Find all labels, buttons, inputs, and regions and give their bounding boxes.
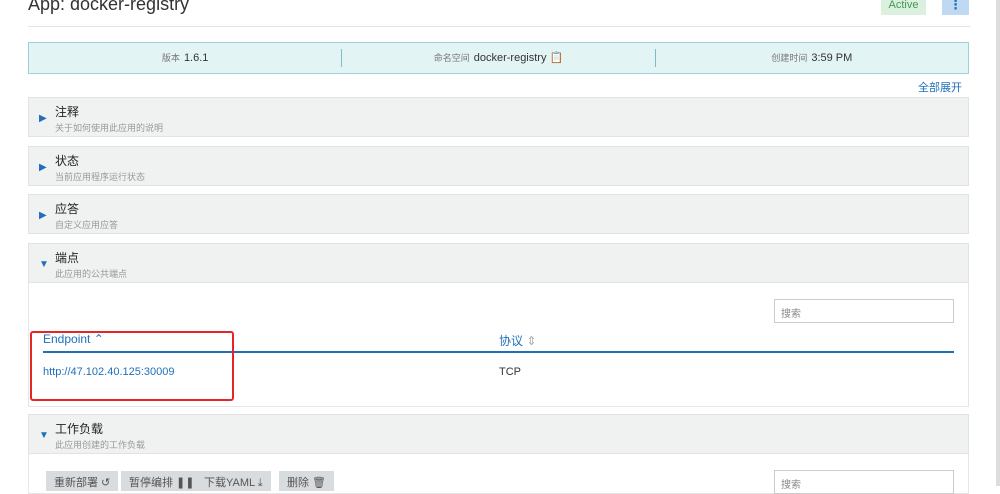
section-answers[interactable]: ▶ 应答自定义应用应答 [28,194,969,234]
expand-all-link[interactable]: 全部展开 [918,79,962,95]
section-title: 应答 [55,202,80,216]
pause-button[interactable]: 暂停编排 ❚❚ [121,471,203,491]
info-bar: 版本 1.6.1 命名空间 docker-registry 📋 创建时间 3:59 P… [28,42,969,74]
namespace-cell: 命名空间 docker-registry 📋 [342,49,656,67]
section-status[interactable]: ▶ 状态当前应用程序运行状态 [28,146,969,186]
section-endpoints[interactable]: ▼ 端点此应用的公共端点 [28,243,969,283]
collapse-icon: ▼ [39,430,49,441]
column-protocol[interactable]: 协议 ⇕ [499,332,536,349]
namespace-value: docker-registry [473,52,547,64]
created-label: 创建时间 [771,53,808,63]
section-desc: 当前应用程序运行状态 [55,172,146,182]
expand-icon: ▶ [39,162,47,173]
section-title: 端点 [55,251,80,265]
highlight-box [30,331,234,401]
version-label: 版本 [161,53,180,63]
scrollbar[interactable] [996,0,1000,486]
section-desc: 此应用创建的工作负载 [55,440,146,450]
column-label: 协议 [499,334,524,348]
delete-button[interactable]: 删除 🗑 [279,471,335,491]
download-yaml-button[interactable]: 下载YAML ⤓ [196,471,271,491]
workloads-search-input[interactable]: 搜索 [774,470,954,494]
divider [28,26,970,27]
sort-icon: ⇕ [526,334,537,348]
expand-icon: ▶ [39,210,47,221]
section-desc: 自定义应用应答 [55,220,119,230]
section-desc: 此应用的公共端点 [55,269,128,279]
protocol-cell: TCP [499,366,521,378]
version-value: 1.6.1 [183,52,209,64]
collapse-icon: ▼ [39,259,49,270]
created-value: 3:59 PM [811,52,853,64]
endpoints-search-input[interactable]: 搜索 [774,299,954,323]
section-notes[interactable]: ▶ 注释关于如何使用此应用的说明 [28,97,969,137]
section-desc: 关于如何使用此应用的说明 [55,123,164,133]
expand-icon: ▶ [39,113,47,124]
version-cell: 版本 1.6.1 [29,49,343,67]
more-menu-button[interactable]: ⋮ [942,0,969,15]
page-title: App: docker-registry [28,0,190,14]
namespace-label: 命名空间 [433,53,470,63]
section-workloads[interactable]: ▼ 工作负载此应用创建的工作负载 [28,414,969,454]
status-badge: Active [881,0,926,15]
redeploy-button[interactable]: 重新部署 ↺ [46,471,119,491]
section-title: 工作负载 [55,422,104,436]
copy-icon[interactable]: 📋 [550,52,564,64]
section-title: 注释 [55,105,80,119]
section-title: 状态 [55,154,80,168]
created-cell: 创建时间 3:59 PM [656,49,968,67]
